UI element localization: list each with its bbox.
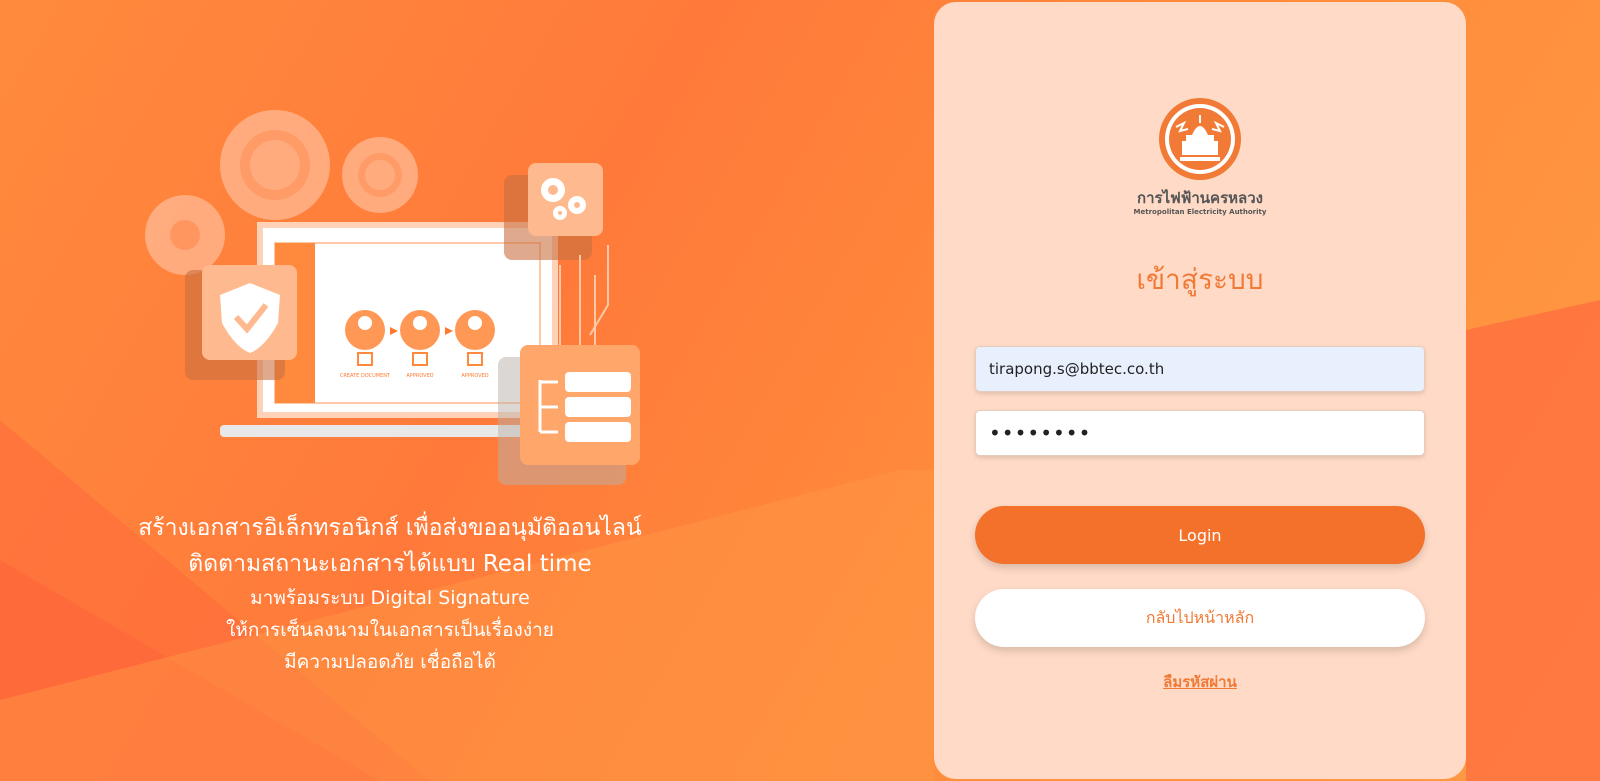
login-title: เข้าสู่ระบบ <box>1136 263 1264 296</box>
email-field[interactable] <box>975 346 1425 392</box>
login-card: การไฟฟ้านครหลวง Metropolitan Electricity… <box>934 2 1466 779</box>
step-label: CREATE DOCUMENT <box>340 373 391 379</box>
logo-text-english: Metropolitan Electricity Authority <box>1133 208 1267 216</box>
password-field[interactable] <box>975 410 1425 456</box>
back-to-home-button[interactable]: กลับไปหน้าหลัก <box>975 589 1425 647</box>
forgot-password-link[interactable]: ลืมรหัสผ่าน <box>934 670 1466 694</box>
logo-text-thai: การไฟฟ้านครหลวง <box>1137 189 1263 207</box>
login-button[interactable]: Login <box>975 506 1425 564</box>
logo: การไฟฟ้านครหลวง Metropolitan Electricity… <box>934 97 1466 217</box>
hero-feature: มีความปลอดภัย เชื่อถือได้ <box>284 651 496 673</box>
hero-feature: ให้การเซ็นลงนามในเอกสารเป็นเรื่องง่าย <box>226 619 554 641</box>
hero-text: สร้างเอกสารอิเล็กทรอนิกส์ เพื่อส่งขออนุม… <box>120 510 660 678</box>
hero-subheadline: ติดตามสถานะเอกสารได้แบบ Real time <box>188 551 592 577</box>
hero-illustration: CREATE DOCUMENT APPROVED APPROVED <box>145 110 640 485</box>
hero-feature: มาพร้อมระบบ Digital Signature <box>250 587 530 609</box>
step-label: APPROVED <box>406 373 433 379</box>
settings-icon <box>504 163 603 260</box>
step-label: APPROVED <box>461 373 488 379</box>
mea-emblem-icon <box>1159 98 1241 180</box>
hero-headline: สร้างเอกสารอิเล็กทรอนิกส์ เพื่อส่งขออนุม… <box>138 515 642 541</box>
shield-icon <box>185 265 297 380</box>
